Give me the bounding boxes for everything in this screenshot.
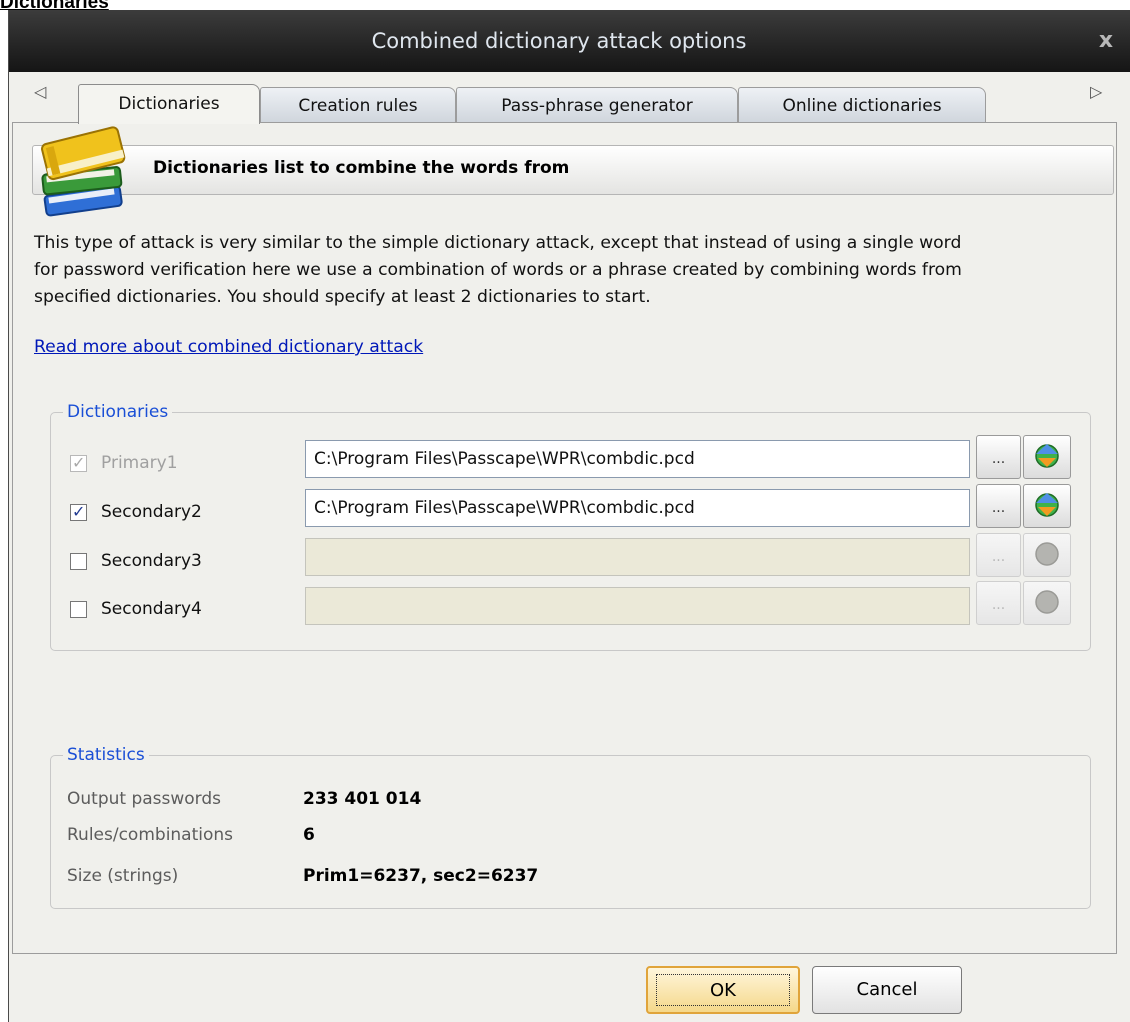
tab-scroll-right-icon[interactable]: ▷	[1090, 82, 1102, 101]
tab-scroll-left-icon[interactable]: ◁	[34, 82, 46, 101]
read-more-link[interactable]: Read more about combined dictionary atta…	[34, 337, 423, 357]
globe-icon	[1035, 542, 1059, 566]
description-line: for password verification here we use a …	[34, 260, 962, 280]
dictionaries-group-label: Dictionaries	[63, 402, 173, 422]
primary1-checkbox[interactable]: ✓	[70, 453, 87, 472]
secondary3-path-input[interactable]	[305, 538, 970, 576]
secondary4-browse-button[interactable]: ...	[976, 581, 1021, 625]
section-header-title: Dictionaries list to combine the words f…	[153, 158, 570, 178]
primary1-label: Primary1	[101, 453, 178, 473]
output-passwords-value: 233 401 014	[303, 789, 422, 809]
ok-button[interactable]: OK	[646, 966, 800, 1014]
secondary4-checkbox[interactable]	[70, 601, 87, 618]
description-line: specified dictionaries. You should speci…	[34, 287, 651, 307]
secondary2-browse-button[interactable]: ...	[976, 484, 1021, 528]
secondary2-checkbox[interactable]: ✓	[70, 502, 87, 521]
checkmark-icon: ✓	[72, 502, 86, 521]
globe-icon	[1035, 493, 1059, 517]
tab-pass-phrase-generator[interactable]: Pass-phrase generator	[456, 87, 738, 123]
primary1-path-input[interactable]: C:\Program Files\Passcape\WPR\combdic.pc…	[305, 440, 970, 478]
ok-button-label: OK	[656, 974, 790, 1006]
globe-icon	[1035, 590, 1059, 614]
tab-dictionaries[interactable]: Dictionaries	[78, 84, 260, 124]
tab-creation-rules[interactable]: Creation rules	[260, 87, 456, 123]
secondary3-label: Secondary3	[101, 551, 202, 571]
secondary4-label: Secondary4	[101, 599, 202, 619]
secondary2-label: Secondary2	[101, 502, 202, 522]
size-strings-label: Size (strings)	[67, 866, 179, 886]
books-icon	[38, 112, 138, 222]
secondary2-path-input[interactable]: C:\Program Files\Passcape\WPR\combdic.pc…	[305, 489, 970, 527]
title-bar[interactable]: Combined dictionary attack options x	[9, 10, 1130, 72]
rules-combinations-value: 6	[303, 825, 315, 845]
output-passwords-label: Output passwords	[67, 789, 222, 809]
secondary4-online-button[interactable]	[1023, 581, 1071, 625]
secondary3-checkbox[interactable]	[70, 553, 87, 570]
statistics-group-label: Statistics	[63, 745, 149, 765]
dialog-title: Combined dictionary attack options	[371, 29, 747, 53]
primary1-browse-button[interactable]: ...	[976, 435, 1021, 479]
globe-icon	[1035, 444, 1059, 468]
size-strings-value: Prim1=6237, sec2=6237	[303, 866, 539, 886]
close-button[interactable]: x	[1091, 26, 1121, 56]
rules-combinations-label: Rules/combinations	[67, 825, 234, 845]
checkmark-icon: ✓	[72, 453, 86, 472]
primary1-online-button[interactable]	[1023, 435, 1071, 479]
secondary4-path-input[interactable]	[305, 587, 970, 625]
description-line: This type of attack is very similar to t…	[34, 233, 962, 253]
secondary3-browse-button[interactable]: ...	[976, 533, 1021, 577]
cancel-button[interactable]: Cancel	[812, 966, 962, 1014]
description: This type of attack is very similar to t…	[34, 230, 1094, 311]
secondary3-online-button[interactable]	[1023, 533, 1071, 577]
tab-online-dictionaries[interactable]: Online dictionaries	[738, 87, 986, 123]
secondary2-online-button[interactable]	[1023, 484, 1071, 528]
